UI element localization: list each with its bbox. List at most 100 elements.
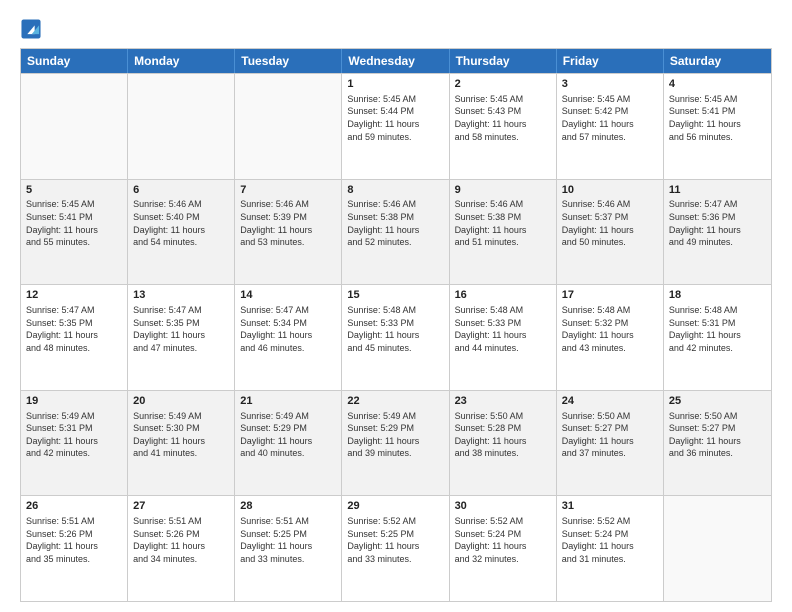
calendar-cell: 10Sunrise: 5:46 AM Sunset: 5:37 PM Dayli… — [557, 180, 664, 285]
day-info: Sunrise: 5:45 AM Sunset: 5:43 PM Dayligh… — [455, 93, 551, 143]
calendar-cell: 12Sunrise: 5:47 AM Sunset: 5:35 PM Dayli… — [21, 285, 128, 390]
day-info: Sunrise: 5:52 AM Sunset: 5:25 PM Dayligh… — [347, 515, 443, 565]
calendar-row: 26Sunrise: 5:51 AM Sunset: 5:26 PM Dayli… — [21, 495, 771, 601]
calendar-cell: 30Sunrise: 5:52 AM Sunset: 5:24 PM Dayli… — [450, 496, 557, 601]
calendar-cell: 29Sunrise: 5:52 AM Sunset: 5:25 PM Dayli… — [342, 496, 449, 601]
calendar-cell: 21Sunrise: 5:49 AM Sunset: 5:29 PM Dayli… — [235, 391, 342, 496]
day-info: Sunrise: 5:49 AM Sunset: 5:31 PM Dayligh… — [26, 410, 122, 460]
calendar-cell: 9Sunrise: 5:46 AM Sunset: 5:38 PM Daylig… — [450, 180, 557, 285]
calendar-cell — [664, 496, 771, 601]
calendar-cell — [128, 74, 235, 179]
calendar-cell: 26Sunrise: 5:51 AM Sunset: 5:26 PM Dayli… — [21, 496, 128, 601]
day-number: 5 — [26, 183, 122, 198]
day-info: Sunrise: 5:46 AM Sunset: 5:38 PM Dayligh… — [455, 198, 551, 248]
weekday-header: Thursday — [450, 49, 557, 73]
day-number: 4 — [669, 77, 766, 92]
day-number: 18 — [669, 288, 766, 303]
day-number: 20 — [133, 394, 229, 409]
weekday-header: Tuesday — [235, 49, 342, 73]
logo-icon — [20, 18, 42, 40]
calendar-cell: 13Sunrise: 5:47 AM Sunset: 5:35 PM Dayli… — [128, 285, 235, 390]
day-number: 25 — [669, 394, 766, 409]
calendar-row: 12Sunrise: 5:47 AM Sunset: 5:35 PM Dayli… — [21, 284, 771, 390]
calendar-cell: 4Sunrise: 5:45 AM Sunset: 5:41 PM Daylig… — [664, 74, 771, 179]
calendar-cell: 8Sunrise: 5:46 AM Sunset: 5:38 PM Daylig… — [342, 180, 449, 285]
day-info: Sunrise: 5:51 AM Sunset: 5:26 PM Dayligh… — [26, 515, 122, 565]
day-number: 1 — [347, 77, 443, 92]
day-number: 13 — [133, 288, 229, 303]
calendar-cell: 1Sunrise: 5:45 AM Sunset: 5:44 PM Daylig… — [342, 74, 449, 179]
day-number: 3 — [562, 77, 658, 92]
calendar-cell: 25Sunrise: 5:50 AM Sunset: 5:27 PM Dayli… — [664, 391, 771, 496]
day-number: 17 — [562, 288, 658, 303]
calendar: SundayMondayTuesdayWednesdayThursdayFrid… — [20, 48, 772, 602]
day-number: 15 — [347, 288, 443, 303]
calendar-row: 5Sunrise: 5:45 AM Sunset: 5:41 PM Daylig… — [21, 179, 771, 285]
calendar-cell: 15Sunrise: 5:48 AM Sunset: 5:33 PM Dayli… — [342, 285, 449, 390]
weekday-header: Sunday — [21, 49, 128, 73]
day-number: 21 — [240, 394, 336, 409]
day-number: 14 — [240, 288, 336, 303]
day-info: Sunrise: 5:49 AM Sunset: 5:29 PM Dayligh… — [347, 410, 443, 460]
calendar-cell — [235, 74, 342, 179]
day-info: Sunrise: 5:45 AM Sunset: 5:41 PM Dayligh… — [26, 198, 122, 248]
day-info: Sunrise: 5:47 AM Sunset: 5:34 PM Dayligh… — [240, 304, 336, 354]
day-number: 6 — [133, 183, 229, 198]
day-number: 30 — [455, 499, 551, 514]
day-info: Sunrise: 5:48 AM Sunset: 5:33 PM Dayligh… — [347, 304, 443, 354]
weekday-header: Wednesday — [342, 49, 449, 73]
day-number: 8 — [347, 183, 443, 198]
day-info: Sunrise: 5:46 AM Sunset: 5:37 PM Dayligh… — [562, 198, 658, 248]
day-info: Sunrise: 5:49 AM Sunset: 5:29 PM Dayligh… — [240, 410, 336, 460]
calendar-cell: 28Sunrise: 5:51 AM Sunset: 5:25 PM Dayli… — [235, 496, 342, 601]
day-number: 28 — [240, 499, 336, 514]
logo — [20, 18, 44, 40]
weekday-header: Saturday — [664, 49, 771, 73]
day-info: Sunrise: 5:50 AM Sunset: 5:27 PM Dayligh… — [669, 410, 766, 460]
day-info: Sunrise: 5:47 AM Sunset: 5:36 PM Dayligh… — [669, 198, 766, 248]
calendar-cell: 16Sunrise: 5:48 AM Sunset: 5:33 PM Dayli… — [450, 285, 557, 390]
day-number: 27 — [133, 499, 229, 514]
day-info: Sunrise: 5:45 AM Sunset: 5:42 PM Dayligh… — [562, 93, 658, 143]
page-header — [20, 18, 772, 40]
day-info: Sunrise: 5:47 AM Sunset: 5:35 PM Dayligh… — [26, 304, 122, 354]
day-info: Sunrise: 5:47 AM Sunset: 5:35 PM Dayligh… — [133, 304, 229, 354]
day-number: 22 — [347, 394, 443, 409]
calendar-cell — [21, 74, 128, 179]
calendar-page: SundayMondayTuesdayWednesdayThursdayFrid… — [0, 0, 792, 612]
day-number: 11 — [669, 183, 766, 198]
day-info: Sunrise: 5:52 AM Sunset: 5:24 PM Dayligh… — [562, 515, 658, 565]
day-number: 12 — [26, 288, 122, 303]
day-info: Sunrise: 5:48 AM Sunset: 5:31 PM Dayligh… — [669, 304, 766, 354]
day-number: 31 — [562, 499, 658, 514]
calendar-cell: 18Sunrise: 5:48 AM Sunset: 5:31 PM Dayli… — [664, 285, 771, 390]
calendar-cell: 24Sunrise: 5:50 AM Sunset: 5:27 PM Dayli… — [557, 391, 664, 496]
calendar-cell: 20Sunrise: 5:49 AM Sunset: 5:30 PM Dayli… — [128, 391, 235, 496]
calendar-row: 1Sunrise: 5:45 AM Sunset: 5:44 PM Daylig… — [21, 73, 771, 179]
day-number: 29 — [347, 499, 443, 514]
calendar-cell: 17Sunrise: 5:48 AM Sunset: 5:32 PM Dayli… — [557, 285, 664, 390]
day-info: Sunrise: 5:46 AM Sunset: 5:38 PM Dayligh… — [347, 198, 443, 248]
day-info: Sunrise: 5:50 AM Sunset: 5:27 PM Dayligh… — [562, 410, 658, 460]
day-number: 16 — [455, 288, 551, 303]
calendar-cell: 7Sunrise: 5:46 AM Sunset: 5:39 PM Daylig… — [235, 180, 342, 285]
calendar-cell: 5Sunrise: 5:45 AM Sunset: 5:41 PM Daylig… — [21, 180, 128, 285]
day-info: Sunrise: 5:46 AM Sunset: 5:39 PM Dayligh… — [240, 198, 336, 248]
calendar-cell: 14Sunrise: 5:47 AM Sunset: 5:34 PM Dayli… — [235, 285, 342, 390]
calendar-cell: 23Sunrise: 5:50 AM Sunset: 5:28 PM Dayli… — [450, 391, 557, 496]
calendar-cell: 2Sunrise: 5:45 AM Sunset: 5:43 PM Daylig… — [450, 74, 557, 179]
day-number: 26 — [26, 499, 122, 514]
calendar-row: 19Sunrise: 5:49 AM Sunset: 5:31 PM Dayli… — [21, 390, 771, 496]
calendar-header: SundayMondayTuesdayWednesdayThursdayFrid… — [21, 49, 771, 73]
day-number: 9 — [455, 183, 551, 198]
calendar-cell: 6Sunrise: 5:46 AM Sunset: 5:40 PM Daylig… — [128, 180, 235, 285]
calendar-cell: 19Sunrise: 5:49 AM Sunset: 5:31 PM Dayli… — [21, 391, 128, 496]
day-number: 23 — [455, 394, 551, 409]
day-info: Sunrise: 5:51 AM Sunset: 5:26 PM Dayligh… — [133, 515, 229, 565]
day-info: Sunrise: 5:51 AM Sunset: 5:25 PM Dayligh… — [240, 515, 336, 565]
weekday-header: Monday — [128, 49, 235, 73]
day-number: 10 — [562, 183, 658, 198]
calendar-cell: 27Sunrise: 5:51 AM Sunset: 5:26 PM Dayli… — [128, 496, 235, 601]
day-number: 7 — [240, 183, 336, 198]
day-number: 2 — [455, 77, 551, 92]
